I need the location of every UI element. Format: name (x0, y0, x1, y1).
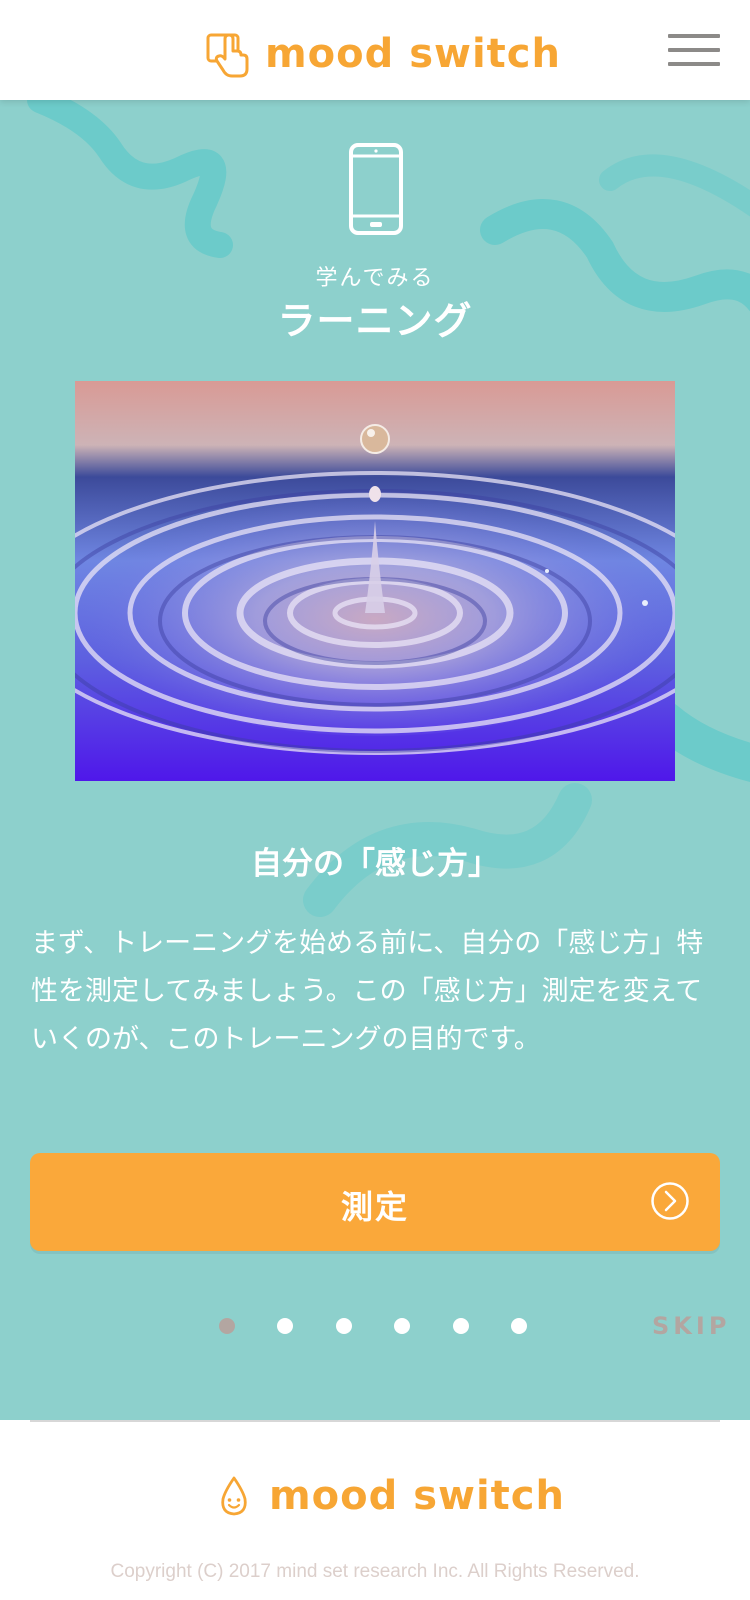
section-subtitle: 学んでみる (315, 266, 435, 291)
footer-logo[interactable]: mood switch (219, 1472, 565, 1520)
pager-dot-4[interactable] (394, 1318, 410, 1334)
content-heading: 自分の「感じ方」 (251, 846, 499, 882)
measure-button-label: 測定 (340, 1188, 409, 1226)
content-body: まず、トレーニングを始める前に、自分の「感じ方」特性を測定してみましょう。この「… (31, 928, 704, 1055)
hand-pointer-icon (206, 33, 249, 78)
app-footer: mood switch Copyright (C) 2017 mind set … (0, 1420, 750, 1600)
copyright-text: Copyright (C) 2017 mind set research Inc… (110, 1561, 640, 1582)
chevron-right-circle-icon (651, 1182, 689, 1220)
logo-text: mood switch (265, 31, 561, 77)
pager-dot-5[interactable] (453, 1318, 469, 1334)
footer-divider (30, 1420, 720, 1422)
onboarding-slide: 学んでみる ラーニング 自分の「感じ方」 まず、トレーニングを始める前に、自分の… (0, 100, 750, 1420)
smiling-drop-icon (221, 1476, 247, 1516)
section-title: ラーニング (277, 299, 473, 343)
pager-dot-2[interactable] (277, 1318, 293, 1334)
skip-link[interactable]: SKIP (652, 1312, 730, 1340)
water-drop-ripple-photo (75, 381, 675, 781)
footer-logo-text: mood switch (269, 1473, 565, 1519)
smartphone-icon (349, 143, 403, 235)
pager-dot-6[interactable] (511, 1318, 527, 1334)
measure-button[interactable]: 測定 (30, 1153, 720, 1251)
pager-dot-3[interactable] (336, 1318, 352, 1334)
header-logo[interactable]: mood switch (205, 28, 561, 80)
pager-dot-1[interactable] (219, 1318, 235, 1334)
app-header: mood switch (0, 0, 750, 100)
hamburger-menu-icon[interactable] (668, 32, 720, 68)
